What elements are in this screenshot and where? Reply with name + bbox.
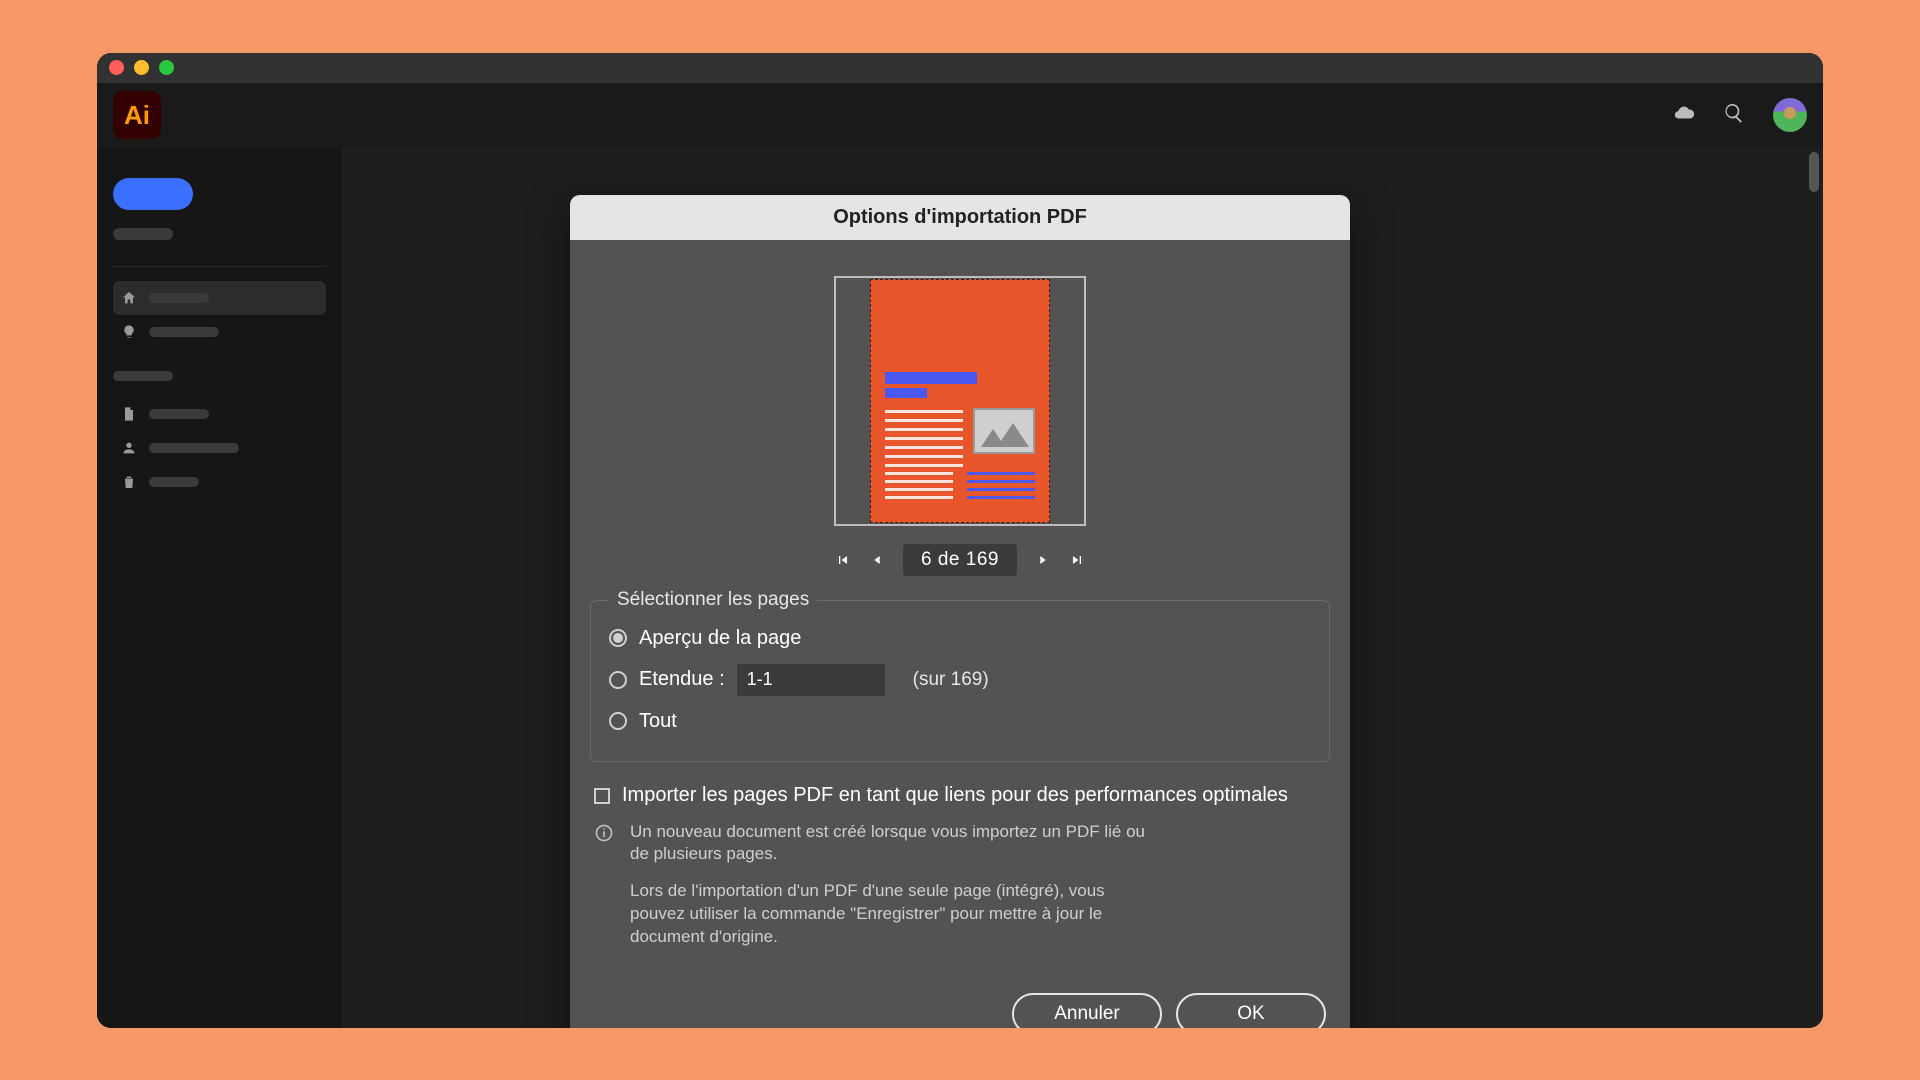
app-logo: Ai	[113, 91, 161, 139]
first-page-button[interactable]	[835, 552, 851, 568]
sidebar	[97, 148, 342, 1028]
menubar: Ai	[97, 83, 1823, 148]
sidebar-item-learn[interactable]	[113, 315, 326, 349]
radio-range[interactable]: Etendue : (sur 169)	[609, 664, 1311, 696]
radio-icon	[609, 671, 627, 689]
last-page-button[interactable]	[1069, 552, 1085, 568]
sidebar-primary-pill[interactable]	[113, 178, 193, 210]
ok-button[interactable]: OK	[1176, 993, 1326, 1027]
next-page-button[interactable]	[1035, 552, 1051, 568]
pdf-import-options-dialog: Options d'importation PDF	[570, 195, 1350, 1028]
scrollbar[interactable]	[1809, 152, 1819, 192]
checkbox-label: Importer les pages PDF en tant que liens…	[622, 784, 1288, 807]
range-input[interactable]	[737, 664, 885, 696]
info-paragraph-1: Un nouveau document est créé lorsque vou…	[630, 821, 1150, 867]
cloud-icon[interactable]	[1673, 102, 1695, 129]
lightbulb-icon	[121, 324, 137, 340]
select-pages-section: Sélectionner les pages Aperçu de la page…	[590, 600, 1330, 762]
page-navigator: 6 de 169	[835, 544, 1085, 576]
app-window: Ai	[97, 53, 1823, 1028]
import-as-links-checkbox-row[interactable]: Importer les pages PDF en tant que liens…	[590, 784, 1330, 807]
trash-icon	[121, 474, 137, 490]
window-titlebar	[97, 53, 1823, 83]
people-icon	[121, 440, 137, 456]
sidebar-item-files[interactable]	[113, 397, 326, 431]
maximize-window-button[interactable]	[159, 60, 174, 75]
sidebar-item-home[interactable]	[113, 281, 326, 315]
radio-all[interactable]: Tout	[609, 710, 1311, 733]
search-icon[interactable]	[1723, 102, 1745, 129]
info-paragraph-2: Lors de l'importation d'un PDF d'une seu…	[630, 880, 1150, 949]
sidebar-placeholder	[113, 228, 173, 240]
sidebar-placeholder	[113, 371, 173, 381]
prev-page-button[interactable]	[869, 552, 885, 568]
radio-label: Tout	[639, 710, 677, 733]
page-indicator[interactable]: 6 de 169	[903, 544, 1017, 576]
user-avatar[interactable]	[1773, 98, 1807, 132]
page-preview	[834, 276, 1086, 526]
info-icon	[594, 823, 616, 845]
close-window-button[interactable]	[109, 60, 124, 75]
home-icon	[121, 290, 137, 306]
sidebar-item-deleted[interactable]	[113, 465, 326, 499]
checkbox-icon	[594, 788, 610, 804]
minimize-window-button[interactable]	[134, 60, 149, 75]
cancel-button[interactable]: Annuler	[1012, 993, 1162, 1027]
radio-icon	[609, 629, 627, 647]
page-thumbnail	[870, 279, 1050, 523]
radio-icon	[609, 712, 627, 730]
section-label: Sélectionner les pages	[609, 589, 817, 611]
radio-label: Aperçu de la page	[639, 627, 801, 650]
dialog-title: Options d'importation PDF	[570, 195, 1350, 240]
radio-label: Etendue :	[639, 668, 725, 691]
range-total: (sur 169)	[913, 669, 989, 691]
document-icon	[121, 406, 137, 422]
radio-page-preview[interactable]: Aperçu de la page	[609, 627, 1311, 650]
info-block: Un nouveau document est créé lorsque vou…	[590, 821, 1330, 964]
sidebar-item-shared[interactable]	[113, 431, 326, 465]
